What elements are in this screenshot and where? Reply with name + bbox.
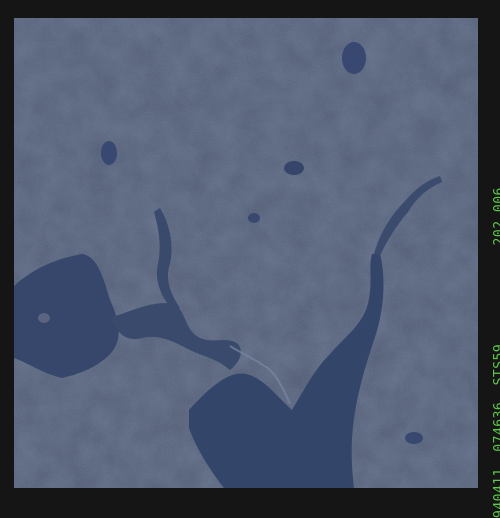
small-lake <box>284 161 304 175</box>
small-island <box>38 313 50 323</box>
small-lake <box>248 213 260 223</box>
small-lake <box>101 141 117 165</box>
earth-observation-photo <box>14 18 478 488</box>
frame-id-label: 940411 074636 STS59 202 006 <box>492 187 500 518</box>
satellite-image <box>14 18 478 488</box>
small-lake <box>405 432 423 444</box>
photo-frame: 940411 074636 STS59 202 006 <box>0 0 500 518</box>
date-code: 940411 <box>492 468 500 518</box>
time-code: 074636 <box>492 401 500 452</box>
roll-frame: 202 006 <box>492 187 500 246</box>
mission-code: STS59 <box>492 343 500 386</box>
small-lake <box>342 42 366 74</box>
